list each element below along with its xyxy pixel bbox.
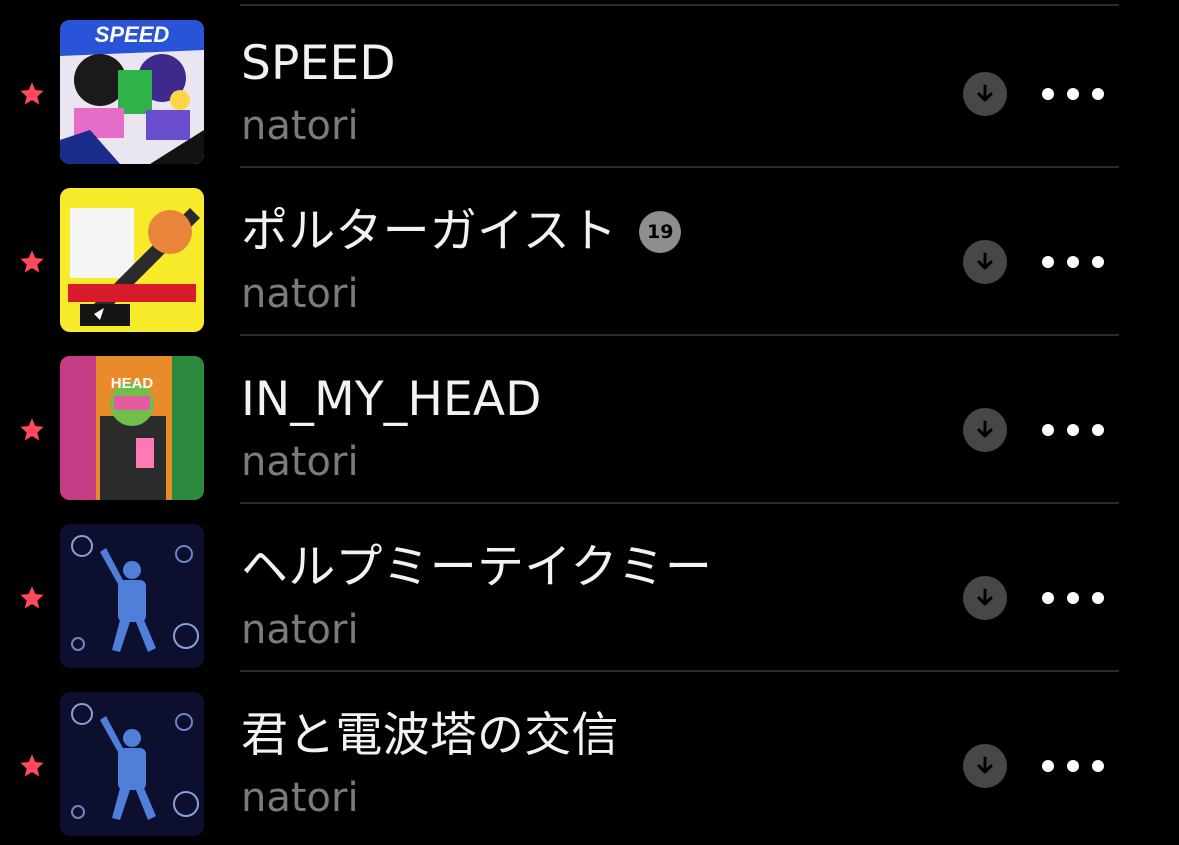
album-artwork[interactable] [60,524,204,668]
ellipsis-icon [1042,424,1054,436]
track-badge: 19 [639,211,682,253]
favorite-star-icon [20,418,44,441]
track-title-line: IN_MY_HEAD [241,370,542,430]
track-row[interactable]: ポルターガイスト 19 natori [0,168,1179,336]
track-title-line: ヘルプミーテイクミー [241,538,712,598]
track-list: SPEED SPEED natori ポルターガイスト 19 natori HE… [0,0,1179,845]
arrow-down-icon [977,756,993,774]
more-options-button[interactable] [1042,248,1104,276]
more-options-button[interactable] [1042,80,1104,108]
track-title: ポルターガイスト [241,204,618,259]
ellipsis-icon [1042,592,1054,604]
track-artist[interactable]: natori [241,604,359,656]
track-title: 君と電波塔の交信 [241,708,619,763]
track-title-line: 君と電波塔の交信 [241,706,619,766]
arrow-down-icon [977,588,993,606]
ellipsis-icon [1042,256,1054,268]
favorite-star-icon [20,250,44,273]
download-button[interactable] [963,576,1007,620]
album-artwork[interactable] [60,188,204,332]
more-options-button[interactable] [1042,584,1104,612]
album-artwork[interactable]: SPEED [60,20,204,164]
track-artist[interactable]: natori [241,772,359,824]
download-button[interactable] [963,408,1007,452]
track-title: IN_MY_HEAD [241,372,542,427]
more-options-button[interactable] [1042,752,1104,780]
track-row[interactable]: 君と電波塔の交信 natori [0,672,1179,840]
favorite-star-icon [20,82,44,105]
album-artwork-title: HEAD [111,375,154,392]
download-button[interactable] [963,744,1007,788]
ellipsis-icon [1042,760,1054,772]
more-options-button[interactable] [1042,416,1104,444]
track-title: SPEED [241,36,396,91]
album-artwork[interactable]: HEAD [60,356,204,500]
favorite-star-icon [20,586,44,609]
download-button[interactable] [963,72,1007,116]
track-artist[interactable]: natori [241,436,359,488]
track-title-line: SPEED [241,34,396,94]
favorite-star-icon [20,754,44,777]
arrow-down-icon [977,252,993,270]
track-row[interactable]: HEAD IN_MY_HEAD natori [0,336,1179,504]
track-title-line: ポルターガイスト 19 [241,202,682,262]
album-artwork[interactable] [60,692,204,836]
album-artwork-title: SPEED [95,22,170,47]
track-row[interactable]: ヘルプミーテイクミー natori [0,504,1179,672]
ellipsis-icon [1042,88,1054,100]
track-artist[interactable]: natori [241,268,359,320]
arrow-down-icon [977,420,993,438]
track-title: ヘルプミーテイクミー [241,540,713,595]
arrow-down-icon [977,84,993,102]
track-row[interactable]: SPEED SPEED natori [0,0,1179,168]
track-artist[interactable]: natori [241,100,359,152]
download-button[interactable] [963,240,1007,284]
